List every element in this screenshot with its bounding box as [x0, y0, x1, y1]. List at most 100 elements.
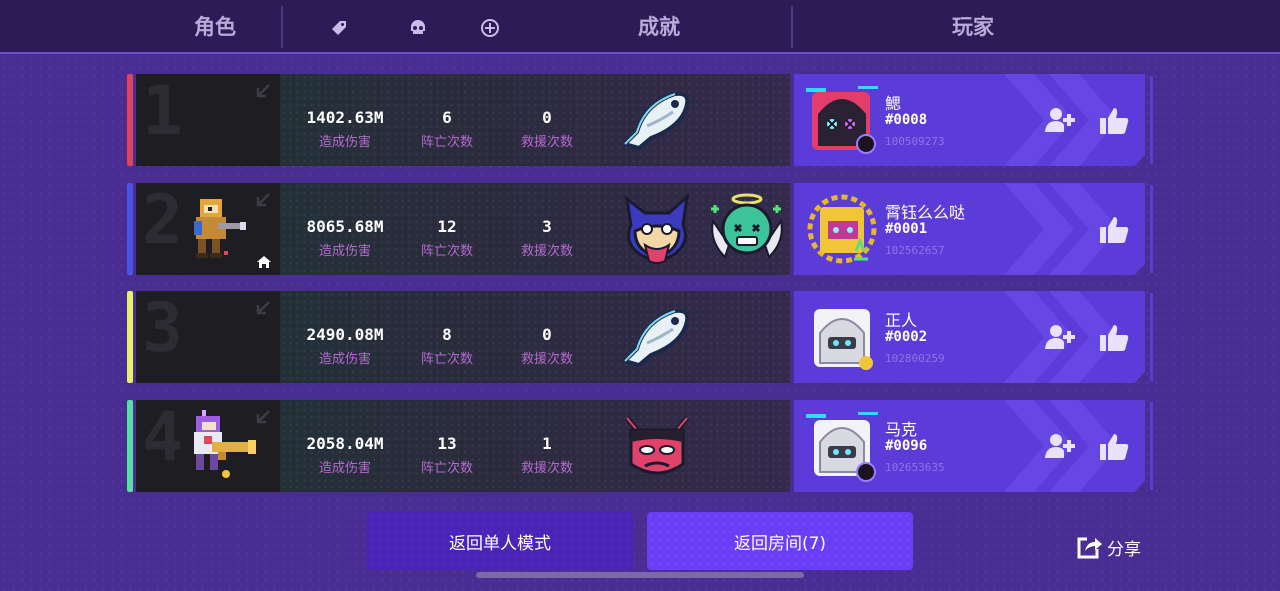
rescues-stat: 0 救援次数: [502, 108, 592, 150]
hooded-pink-avatar: [806, 86, 878, 154]
rescues-stat: 1 救援次数: [502, 434, 592, 476]
deaths-value: 13: [437, 434, 457, 453]
rank-accent-bar: [127, 291, 133, 383]
back-single-mode-button[interactable]: 返回单人模式: [367, 512, 633, 570]
player-card[interactable]: 鰓 #0008 100509273: [794, 74, 1145, 166]
deaths-label: 阵亡次数: [420, 461, 473, 476]
character-sprite: [194, 410, 256, 478]
deaths-stat: 12 阵亡次数: [402, 217, 492, 259]
player-id: 100509273: [885, 135, 945, 148]
deaths-value: 8: [442, 325, 452, 344]
player-name: 马克: [885, 420, 918, 439]
damage-value: 1402.63M: [306, 108, 384, 127]
damage-stat: 8065.68M 造成伤害: [290, 217, 400, 259]
plus-circle-icon: [481, 19, 499, 37]
rank-number: 3: [142, 291, 183, 368]
like-icon[interactable]: [1098, 432, 1130, 462]
angel-ghost-badge-icon[interactable]: [707, 191, 787, 267]
add-friend-icon[interactable]: [1044, 106, 1076, 134]
like-icon[interactable]: [1098, 323, 1130, 353]
deaths-value: 6: [442, 108, 452, 127]
stats-panel: 2058.04M 造成伤害 13 阵亡次数 1 救援次数: [280, 400, 790, 492]
wolf-badge-icon[interactable]: [617, 191, 697, 267]
rescues-label: 救援次数: [520, 244, 573, 259]
player-card[interactable]: 霄钰么么哒 #0001 102562657: [794, 183, 1145, 275]
character-slot: 3: [136, 291, 280, 383]
arrow-down-left-icon: [256, 84, 270, 98]
deaths-stat: 8 阵亡次数: [402, 325, 492, 367]
rank-accent-bar: [127, 74, 133, 166]
fish-badge-icon[interactable]: [617, 82, 697, 158]
rescues-label: 救援次数: [520, 461, 573, 476]
damage-label: 造成伤害: [318, 352, 371, 367]
player-id: 102800259: [885, 352, 945, 365]
stats-panel: 2490.08M 造成伤害 8 阵亡次数 0 救援次数: [280, 291, 790, 383]
deaths-stat: 6 阵亡次数: [402, 108, 492, 150]
deaths-stat: 13 阵亡次数: [402, 434, 492, 476]
character-slot: 2: [136, 183, 280, 275]
row-edge: [1150, 293, 1153, 381]
tag-icon: [332, 21, 346, 35]
like-icon[interactable]: [1098, 106, 1130, 136]
character-slot: 4: [136, 400, 280, 492]
damage-value: 2058.04M: [306, 434, 384, 453]
player-tag: #0008: [885, 112, 928, 128]
player-tag: #0002: [885, 329, 928, 345]
player-id: 102653635: [885, 461, 945, 474]
result-row: 3 2490.08M 造成伤害 8 阵亡次数 0 救援次数 正人 #0002 1…: [127, 291, 1153, 383]
result-row: 1 1402.63M 造成伤害 6 阵亡次数 0 救援次数 鰓 #0008 10…: [127, 74, 1153, 166]
fish-badge-icon[interactable]: [617, 299, 697, 375]
deaths-label: 阵亡次数: [420, 135, 473, 150]
home-icon: [257, 256, 271, 268]
player-card[interactable]: 马克 #0096 102653635: [794, 400, 1145, 492]
player-id: 102562657: [885, 244, 945, 257]
arrow-down-left-icon: [256, 301, 270, 315]
rescues-value: 0: [542, 325, 552, 344]
player-name: 正人: [885, 311, 918, 330]
damage-label: 造成伤害: [318, 244, 371, 259]
red-demon-badge-icon[interactable]: [617, 408, 697, 484]
damage-label: 造成伤害: [318, 461, 371, 476]
character-sprite: [194, 199, 246, 258]
damage-stat: 2058.04M 造成伤害: [290, 434, 400, 476]
like-icon[interactable]: [1098, 215, 1130, 245]
deaths-value: 12: [437, 217, 457, 236]
damage-stat: 1402.63M 造成伤害: [290, 108, 400, 150]
rescues-label: 救援次数: [520, 352, 573, 367]
rescues-value: 0: [542, 108, 552, 127]
header-achievement: 成就: [638, 15, 680, 39]
rescues-label: 救援次数: [520, 135, 573, 150]
stats-panel: 1402.63M 造成伤害 6 阵亡次数 0 救援次数: [280, 74, 790, 166]
character-slot: 1: [136, 74, 280, 166]
damage-value: 8065.68M: [306, 217, 384, 236]
row-edge: [1150, 185, 1153, 273]
player-card[interactable]: 正人 #0002 102800259: [794, 291, 1145, 383]
damage-value: 2490.08M: [306, 325, 384, 344]
add-friend-icon[interactable]: [1044, 323, 1076, 351]
stats-panel: 8065.68M 造成伤害 12 阵亡次数 3 救援次数: [280, 183, 790, 275]
white-hood-avatar: [814, 309, 873, 370]
rank-number: 2: [142, 183, 183, 260]
back-room-button[interactable]: 返回房间(7): [647, 512, 913, 570]
player-name: 鰓: [885, 94, 902, 113]
header-divider: [791, 6, 793, 48]
damage-label: 造成伤害: [318, 135, 371, 150]
deaths-label: 阵亡次数: [420, 352, 473, 367]
rescues-value: 3: [542, 217, 552, 236]
player-name: 霄钰么么哒: [885, 203, 966, 222]
rescues-stat: 3 救援次数: [502, 217, 592, 259]
add-friend-icon[interactable]: [1044, 432, 1076, 460]
results-header: 角色 成就 玩家: [0, 0, 1280, 54]
header-role: 角色: [194, 15, 236, 39]
share-icon: [1077, 537, 1102, 559]
rank-accent-bar: [127, 400, 133, 492]
damage-stat: 2490.08M 造成伤害: [290, 325, 400, 367]
rank-accent-bar: [127, 183, 133, 275]
row-edge: [1150, 402, 1153, 490]
share-button[interactable]: 分享: [1075, 533, 1141, 561]
player-tag: #0001: [885, 221, 928, 237]
scrollbar[interactable]: [476, 572, 804, 578]
rank-number: 1: [142, 74, 183, 151]
skull-icon: [411, 20, 425, 34]
header-divider: [281, 6, 283, 48]
